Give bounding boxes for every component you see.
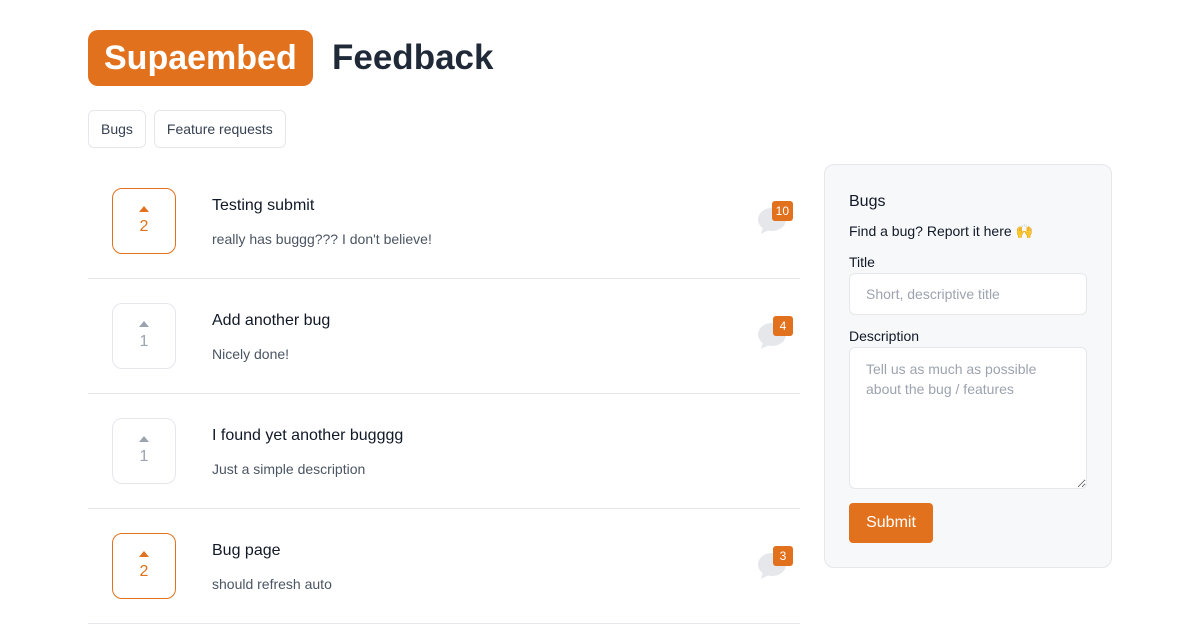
upvote-button[interactable]: 2 — [112, 188, 176, 254]
feedback-title[interactable]: Bug page — [212, 542, 281, 560]
upvote-arrow-icon — [139, 206, 149, 212]
feedback-description: should refresh auto — [212, 576, 332, 592]
vote-count: 2 — [139, 218, 149, 235]
feedback-list: 2 Testing submit really has buggg??? I d… — [88, 164, 800, 624]
feedback-description: really has buggg??? I don't believe! — [212, 231, 432, 247]
brand-logo[interactable]: Supaembed — [88, 30, 313, 86]
feedback-title[interactable]: I found yet another bugggg — [212, 427, 403, 445]
feedback-item[interactable]: 2 Testing submit really has buggg??? I d… — [88, 164, 800, 279]
upvote-button[interactable]: 1 — [112, 303, 176, 369]
description-label: Description — [849, 328, 920, 344]
comment-count-badge: 10 — [771, 201, 793, 221]
tab-feature-requests[interactable]: Feature requests — [153, 110, 286, 148]
category-tabs: Bugs Feature requests — [88, 110, 286, 148]
upvote-arrow-icon — [139, 436, 149, 442]
comments-button[interactable]: 10 — [757, 201, 793, 237]
comments-button[interactable]: 3 — [757, 546, 793, 582]
comment-count-badge: 4 — [773, 316, 793, 336]
upvote-arrow-icon — [139, 551, 149, 557]
vote-count: 2 — [139, 563, 149, 580]
comment-count-badge: 3 — [773, 546, 793, 566]
title-input[interactable] — [849, 273, 1087, 315]
vote-count: 1 — [139, 448, 149, 465]
upvote-button[interactable]: 2 — [112, 533, 176, 599]
comments-button[interactable]: 4 — [757, 316, 793, 352]
feedback-item[interactable]: 2 Bug page should refresh auto 3 — [88, 509, 800, 624]
submit-feedback-panel: Bugs Find a bug? Report it here 🙌 Title … — [824, 164, 1112, 568]
panel-title: Bugs — [849, 193, 886, 210]
upvote-button[interactable]: 1 — [112, 418, 176, 484]
vote-count: 1 — [139, 333, 149, 350]
description-textarea[interactable] — [849, 347, 1087, 489]
feedback-item[interactable]: 1 I found yet another bugggg Just a simp… — [88, 394, 800, 509]
feedback-item[interactable]: 1 Add another bug Nicely done! 4 — [88, 279, 800, 394]
page-title: Feedback — [332, 38, 494, 77]
feedback-description: Just a simple description — [212, 461, 366, 477]
title-label: Title — [849, 254, 875, 270]
feedback-title[interactable]: Add another bug — [212, 312, 330, 330]
submit-button[interactable]: Submit — [849, 503, 933, 543]
page: Supaembed Feedback Bugs Feature requests… — [0, 0, 1189, 641]
feedback-title[interactable]: Testing submit — [212, 197, 314, 215]
feedback-description: Nicely done! — [212, 346, 290, 362]
upvote-arrow-icon — [139, 321, 149, 327]
tab-bugs[interactable]: Bugs — [88, 110, 146, 148]
panel-subtitle: Find a bug? Report it here 🙌 — [849, 223, 1033, 239]
